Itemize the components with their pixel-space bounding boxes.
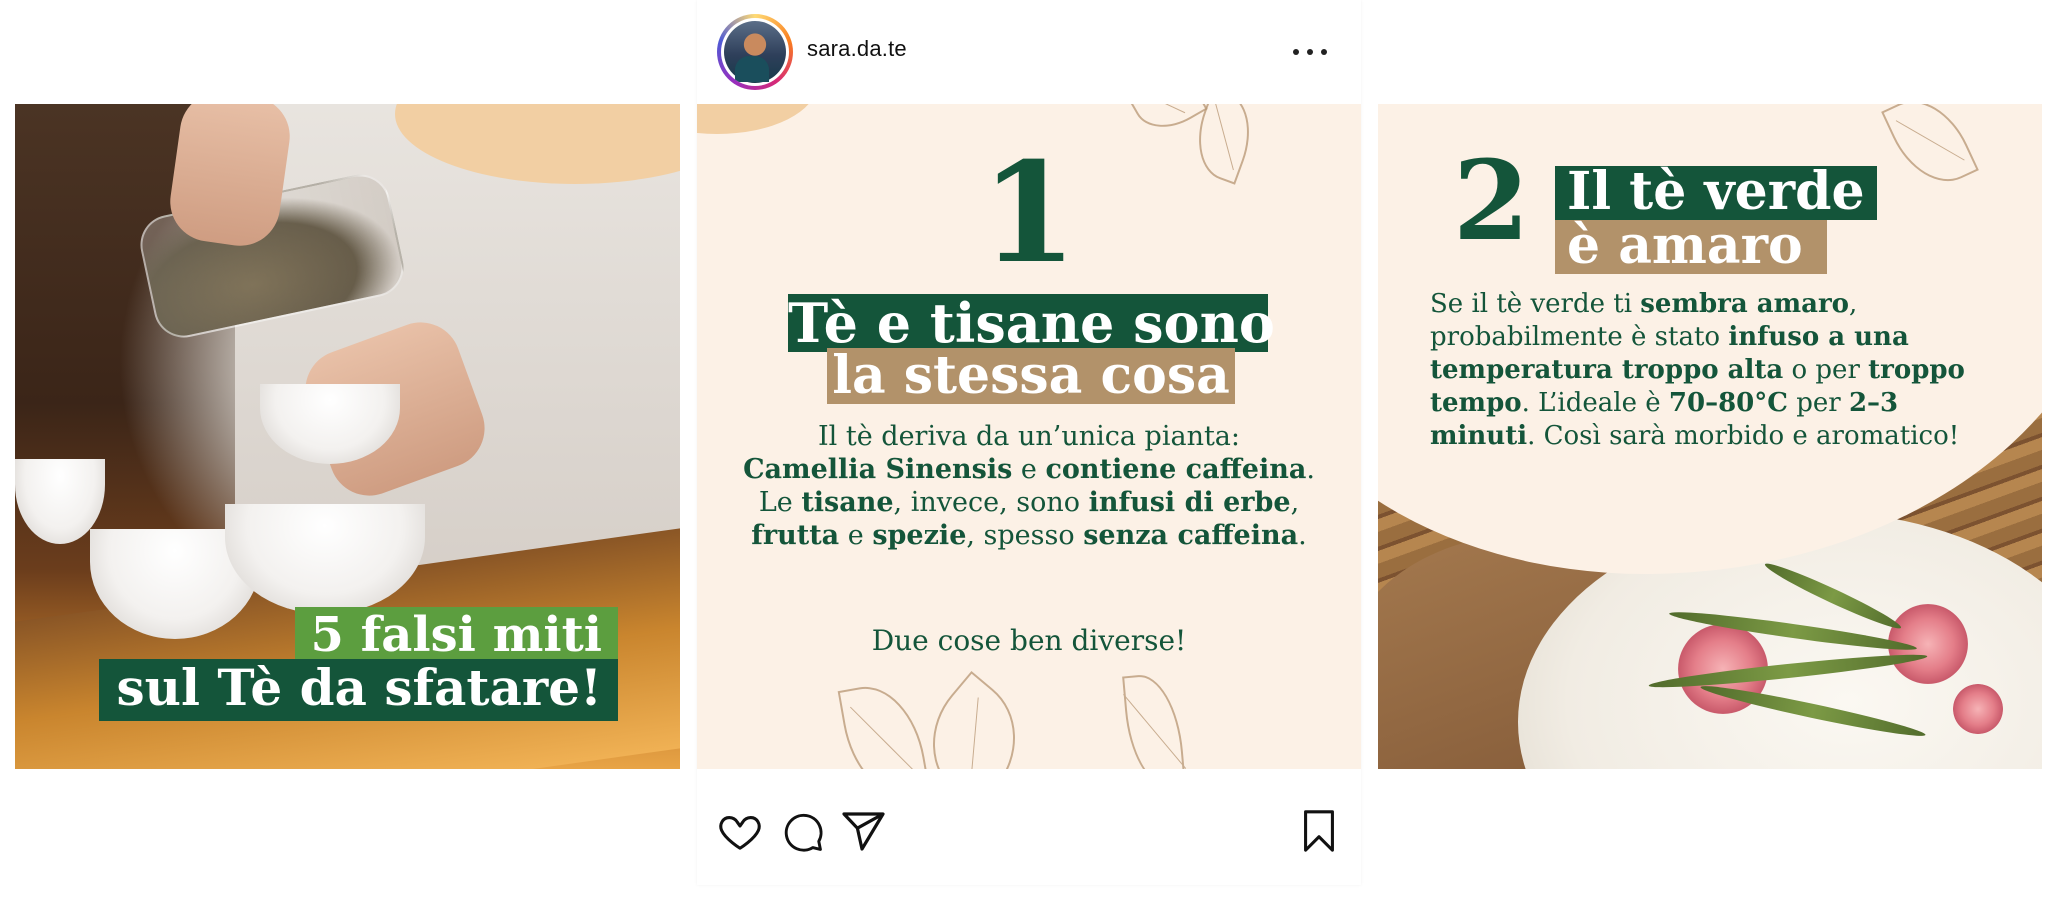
myth-number: 2 (1453, 136, 1530, 265)
post-header: sara.da.te (697, 0, 1361, 104)
body-text: , spesso (966, 520, 1084, 551)
body-text: per (1787, 388, 1849, 418)
body-emphasis: senza caffeina (1083, 520, 1299, 551)
myth-title-line-1: Il tè verde (1555, 166, 1877, 220)
username-link[interactable]: sara.da.te (807, 36, 907, 62)
leaf-illustration (1130, 104, 1208, 142)
send-icon[interactable] (839, 808, 887, 856)
leaf-illustration (904, 670, 1044, 769)
avatar-image (721, 18, 789, 86)
more-horizontal-icon[interactable] (1293, 42, 1327, 62)
body-emphasis: spezie (872, 520, 967, 551)
myth-body-text: Se il tè verde ti sembra amaro, probabil… (1430, 288, 2010, 453)
body-text: , (1290, 487, 1300, 518)
avatar-figure (735, 56, 769, 82)
heart-icon[interactable] (717, 808, 763, 854)
myth-title-line-2: la stessa cosa (827, 348, 1235, 404)
body-emphasis: 70–80°C (1668, 388, 1788, 418)
body-emphasis: frutta (751, 520, 840, 551)
cover-title-line-2: sul Tè da sfatare! (98, 659, 618, 721)
myth-conclusion: Due cose ben diverse! (871, 624, 1187, 657)
bookmark-icon[interactable] (1299, 808, 1339, 854)
leaf-illustration (837, 678, 931, 769)
leaf-illustration (1122, 671, 1186, 769)
decorative-arc (697, 104, 817, 134)
body-text: Se il tè verde ti (1430, 289, 1641, 319)
rose-pattern (1953, 684, 2003, 734)
body-text: . Così sarà morbido e aromatico! (1527, 421, 1960, 451)
body-text: o per (1783, 355, 1869, 385)
myth-number: 1 (980, 131, 1078, 294)
avatar[interactable] (717, 14, 793, 90)
comment-icon[interactable] (781, 810, 825, 854)
myth-body-text: Il tè deriva da un’unica pianta: Camelli… (737, 420, 1321, 552)
carousel-slide-cover[interactable]: 5 falsi miti sul Tè da sfatare! (15, 104, 680, 769)
carousel-slide-myth-2[interactable]: 2 Il tè verde è amaro Se il tè verde ti … (1378, 104, 2042, 769)
body-text: , invece, sono (893, 487, 1089, 518)
body-text: . (1298, 520, 1307, 551)
body-emphasis: sembra amaro (1640, 289, 1850, 319)
body-emphasis: tisane (801, 487, 894, 518)
body-text: . L’ideale è (1521, 388, 1669, 418)
body-emphasis: infusi di erbe (1088, 487, 1291, 518)
post-actions-bar (697, 770, 1361, 890)
body-emphasis: contiene caffeina (1045, 454, 1307, 485)
body-text: e (839, 520, 873, 551)
carousel-slide-myth-1[interactable]: 1 Tè e tisane sono la stessa cosa Il tè … (697, 104, 1361, 769)
myth-title-line-1: Tè e tisane sono (788, 291, 1275, 355)
body-emphasis: Camellia Sinensis (743, 454, 1013, 485)
body-text: e (1012, 454, 1046, 485)
body-text: Il tè deriva da un’unica pianta: (817, 421, 1241, 452)
myth-title-line-2: è amaro (1555, 220, 1827, 274)
